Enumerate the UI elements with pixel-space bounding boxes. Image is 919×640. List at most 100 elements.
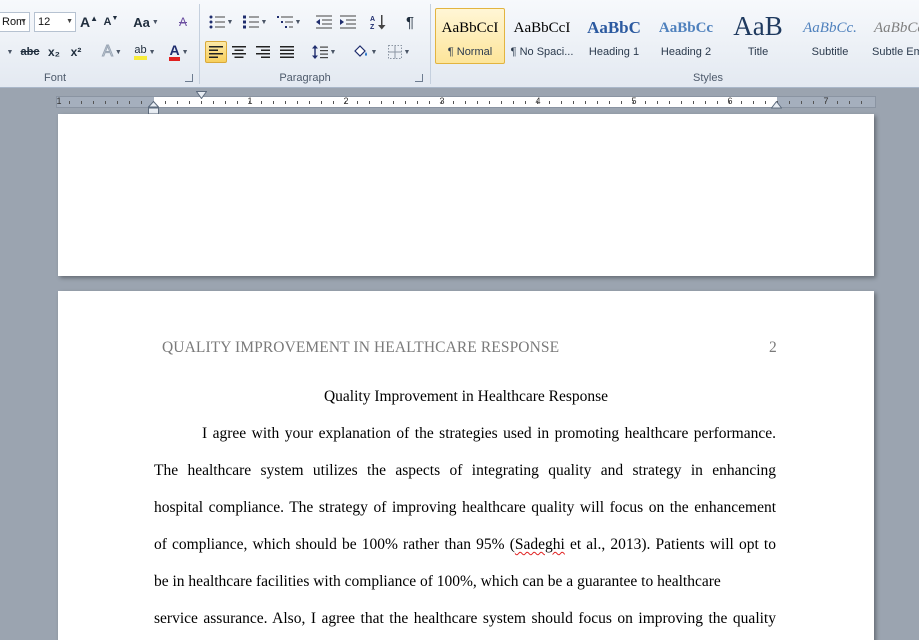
body-text: of compliance, which should be 100% rath… — [154, 536, 515, 553]
ruler-tick — [645, 101, 646, 104]
shrink-font-button[interactable]: A ▼ — [101, 12, 121, 32]
ruler-tick — [129, 101, 130, 104]
font-color-icon: A — [169, 43, 180, 61]
align-center-button[interactable] — [229, 42, 249, 62]
svg-text:A: A — [370, 16, 375, 23]
horizontal-ruler[interactable]: 1 1 2 3 4 5 6 7 — [0, 88, 919, 115]
ruler-tick — [681, 101, 682, 104]
page-number: 2 — [769, 339, 777, 356]
style-preview: AaBbCc — [658, 20, 714, 36]
document-title: Quality Improvement in Healthcare Respon… — [323, 388, 609, 405]
show-hide-marks-button[interactable]: ¶ — [400, 12, 420, 32]
style-subtitle[interactable]: AaBbCc. Subtitle — [795, 8, 865, 64]
clear-formatting-button[interactable]: A — [172, 12, 194, 32]
style-normal[interactable]: AaBbCcI ¶ Normal — [435, 8, 505, 64]
ruler-tick — [669, 101, 670, 104]
decrease-indent-icon — [316, 15, 332, 29]
chevron-down-icon[interactable]: ▼ — [66, 18, 73, 25]
ruler-tick — [705, 101, 706, 104]
ruler-tick — [393, 101, 394, 104]
align-right-button[interactable] — [253, 42, 273, 62]
bullets-button[interactable]: ▼ — [206, 12, 236, 32]
ruler-tick — [81, 101, 82, 104]
style-no-spacing[interactable]: AaBbCcI ¶ No Spaci... — [507, 8, 577, 64]
document-page-2[interactable]: QUALITY IMPROVEMENT IN HEALTHCARE RESPON… — [58, 291, 874, 640]
ruler-tick — [729, 101, 730, 104]
align-left-button[interactable] — [205, 41, 227, 63]
line-spacing-button[interactable]: ▼ — [309, 42, 339, 62]
ruler-tick — [69, 101, 70, 104]
multilevel-list-icon — [276, 16, 293, 28]
font-color-button[interactable]: A ▼ — [164, 42, 194, 62]
subscript-button[interactable]: x₂ — [44, 42, 64, 62]
ruler-number: 2 — [341, 96, 351, 106]
ruler-tick — [753, 101, 754, 104]
font-size-combo[interactable]: 12 ▼ — [34, 12, 76, 32]
change-case-button[interactable]: Aa ▼ — [132, 12, 160, 32]
style-heading-1[interactable]: AaBbC Heading 1 — [579, 8, 649, 64]
ruler-tick — [441, 101, 442, 104]
ruler-tick — [633, 101, 634, 104]
group-separator — [199, 4, 200, 84]
text-effects-icon: A — [102, 43, 114, 61]
justify-icon — [280, 46, 294, 58]
superscript-button[interactable]: x² — [66, 42, 86, 62]
style-name: ¶ No Spaci... — [510, 46, 574, 58]
ruler-tick — [453, 101, 454, 104]
more-font-button[interactable]: ▼ — [2, 42, 16, 62]
right-indent-marker[interactable] — [771, 101, 782, 109]
ruler-number: 1 — [56, 96, 62, 106]
ruler-tick — [741, 101, 742, 104]
highlight-button[interactable]: ab ▼ — [130, 42, 160, 62]
chevron-down-icon: ▼ — [260, 18, 268, 26]
hanging-indent-marker[interactable] — [148, 101, 159, 115]
strikethrough-button[interactable]: abc — [18, 42, 42, 62]
bullet-list-icon — [209, 15, 225, 29]
sort-button[interactable]: A Z — [368, 12, 388, 32]
ruler-tick — [789, 101, 790, 104]
ruler-tick — [765, 101, 766, 104]
ruler-number: 5 — [629, 96, 639, 106]
numbering-button[interactable]: ▼ — [240, 12, 270, 32]
style-heading-2[interactable]: AaBbCc Heading 2 — [651, 8, 721, 64]
style-subtle-emphasis[interactable]: AaBbCc Subtle Em — [867, 8, 919, 64]
shading-button[interactable]: ▼ — [350, 42, 380, 62]
chevron-down-icon: ▼ — [6, 48, 14, 56]
chevron-down-icon: ▼ — [294, 18, 302, 26]
document-page-1[interactable] — [58, 114, 874, 276]
justify-button[interactable] — [277, 42, 297, 62]
paragraph-dialog-launcher[interactable] — [415, 74, 423, 82]
ruler-tick — [717, 101, 718, 104]
ruler-tick — [249, 101, 250, 104]
ruler-tick — [813, 101, 814, 104]
multilevel-list-button[interactable]: ▼ — [274, 12, 304, 32]
style-title[interactable]: AaB Title — [723, 8, 793, 64]
svg-text:Z: Z — [370, 24, 375, 30]
grow-font-button[interactable]: A ▲ — [79, 12, 99, 32]
increase-indent-icon — [340, 15, 356, 29]
ruler-tick — [837, 101, 838, 104]
first-line-indent-marker[interactable] — [196, 91, 207, 99]
chevron-down-icon[interactable]: ▼ — [20, 18, 27, 25]
ruler-tick — [345, 101, 346, 104]
ruler-tick — [825, 101, 826, 104]
font-name-combo[interactable]: Rom ▼ — [0, 12, 30, 32]
ruler-tick — [309, 101, 310, 104]
ruler-bar: 1 1 2 3 4 5 6 7 — [56, 96, 876, 108]
chevron-down-icon: ▼ — [226, 18, 234, 26]
ruler-tick — [93, 101, 94, 104]
ruler-number: 6 — [725, 96, 735, 106]
ruler-tick — [585, 101, 586, 104]
chevron-down-icon: ▼ — [114, 48, 122, 56]
paint-bucket-icon — [353, 45, 367, 57]
increase-indent-button[interactable] — [338, 12, 358, 32]
ruler-tick — [477, 101, 478, 104]
style-name: Title — [747, 46, 769, 58]
borders-button[interactable]: ▼ — [384, 42, 414, 62]
ruler-number: 1 — [245, 96, 255, 106]
decrease-indent-button[interactable] — [314, 12, 334, 32]
ruler-tick — [237, 101, 238, 104]
change-case-icon: Aa — [133, 14, 150, 30]
font-dialog-launcher[interactable] — [185, 74, 193, 82]
text-effects-button[interactable]: A ▼ — [98, 42, 126, 62]
